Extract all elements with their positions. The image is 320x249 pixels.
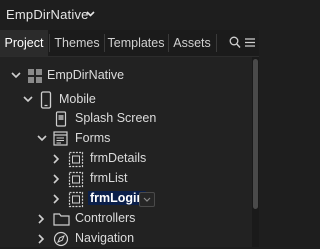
chevron-right-icon[interactable] — [53, 174, 60, 184]
tab-themes[interactable]: Themes — [50, 30, 104, 56]
tab-bar: Project Themes Templates Assets — [0, 30, 259, 57]
project-tree: EmpDirNative Mobile Splash Screen Forms — [0, 57, 252, 247]
tree-item-navigation[interactable]: Navigation — [0, 229, 252, 249]
chevron-down-icon[interactable] — [23, 96, 33, 103]
forms-icon — [53, 131, 68, 146]
tree-item-splash-screen[interactable]: Splash Screen — [0, 109, 252, 129]
tree-item-label: Splash Screen — [75, 111, 157, 125]
folder-icon — [53, 213, 70, 226]
compass-icon — [53, 231, 69, 247]
search-icon[interactable] — [229, 36, 241, 49]
splash-screen-icon — [55, 111, 67, 127]
tree-item-frmlogin[interactable]: frmLogin — [0, 189, 252, 209]
form-icon — [68, 151, 84, 168]
tree-item-label: Navigation — [75, 231, 135, 245]
chevron-right-icon[interactable] — [53, 154, 60, 164]
chevron-down-icon[interactable] — [86, 11, 95, 17]
tree-item-forms[interactable]: Forms — [0, 129, 252, 149]
title-bar: EmpDirNative — [0, 0, 259, 30]
grid-icon — [28, 69, 42, 83]
phone-icon — [40, 91, 52, 109]
tree-item-label-selected: frmLogin — [88, 191, 147, 205]
tab-divider — [216, 34, 217, 52]
tab-assets[interactable]: Assets — [169, 30, 215, 56]
tree-item-label: Forms — [75, 131, 111, 145]
tree-item-mobile[interactable]: Mobile — [0, 90, 252, 110]
tree-item-label: EmpDirNative — [47, 68, 125, 82]
tree-item-frmlist[interactable]: frmList — [0, 169, 252, 189]
app-title[interactable]: EmpDirNative — [6, 7, 89, 22]
chevron-right-icon[interactable] — [53, 194, 60, 204]
form-icon — [68, 171, 84, 188]
tree-item-label: frmDetails — [90, 151, 147, 165]
form-icon — [68, 191, 84, 208]
tree-item-root[interactable]: EmpDirNative — [0, 66, 252, 86]
tree-item-controllers[interactable]: Controllers — [0, 209, 252, 229]
chevron-down-icon[interactable] — [11, 72, 21, 79]
chevron-right-icon[interactable] — [38, 214, 45, 224]
menu-icon[interactable] — [244, 36, 256, 49]
tab-project[interactable]: Project — [0, 30, 48, 56]
scrollbar-thumb[interactable] — [253, 59, 258, 209]
tab-templates[interactable]: Templates — [105, 30, 167, 56]
tree-scrollbar[interactable] — [252, 57, 259, 247]
tree-item-label: frmList — [90, 171, 128, 185]
item-options-dropdown[interactable] — [139, 192, 155, 207]
chevron-down-icon[interactable] — [37, 135, 47, 142]
tree-item-label: Mobile — [59, 92, 96, 106]
tree-item-frmdetails[interactable]: frmDetails — [0, 149, 252, 169]
chevron-down-icon — [143, 197, 151, 202]
chevron-right-icon[interactable] — [38, 234, 45, 244]
tree-item-label: Controllers — [75, 211, 136, 225]
